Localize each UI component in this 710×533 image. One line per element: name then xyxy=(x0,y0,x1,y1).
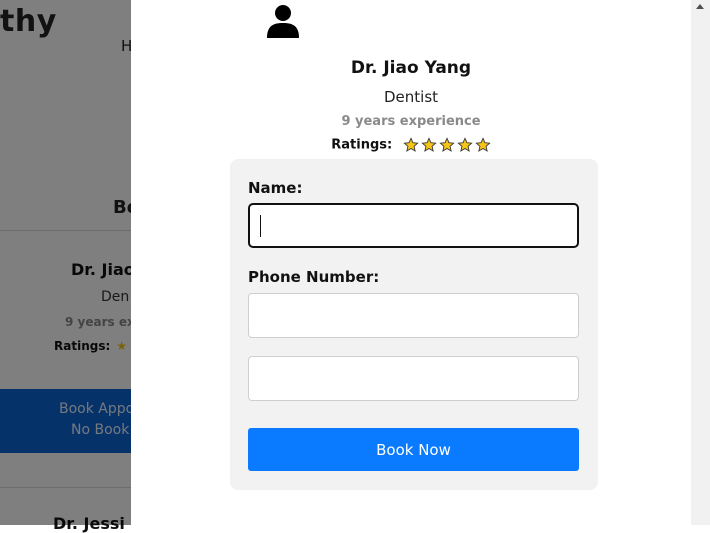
name-label: Name: xyxy=(248,179,303,197)
doctor-specialty: Dentist xyxy=(383,88,439,106)
star-icon xyxy=(439,137,455,152)
book-now-button[interactable]: Book Now xyxy=(248,428,579,471)
doctor-experience: 9 years experience xyxy=(341,114,481,129)
text-caret xyxy=(260,215,261,237)
scrollbar[interactable] xyxy=(691,0,710,525)
user-icon xyxy=(267,5,299,38)
appointment-slot-input[interactable] xyxy=(248,356,579,401)
name-input[interactable] xyxy=(248,203,579,248)
rating-stars xyxy=(401,137,491,153)
doctor-rating: Ratings: xyxy=(131,137,691,153)
star-icon xyxy=(403,137,419,152)
star-icon xyxy=(475,137,491,152)
phone-input[interactable] xyxy=(248,293,579,338)
rating-label: Ratings: xyxy=(331,137,393,153)
doctor-name: Dr. Jiao Yang xyxy=(350,58,472,78)
star-icon xyxy=(457,137,473,152)
phone-label: Phone Number: xyxy=(248,268,380,286)
scroll-up-arrow-icon[interactable] xyxy=(696,4,704,9)
star-icon xyxy=(421,137,437,152)
